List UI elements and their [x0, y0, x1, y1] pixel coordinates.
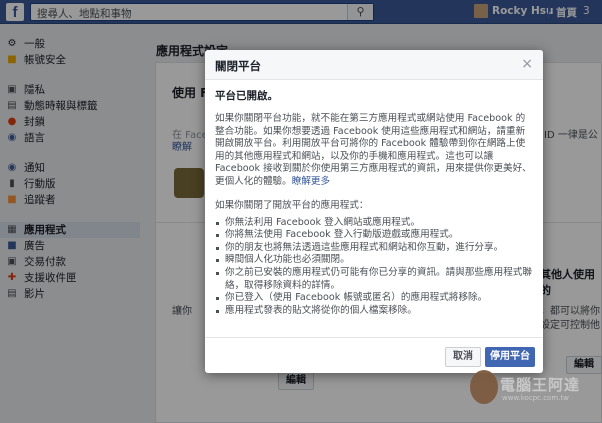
cancel-button[interactable]: 取消 — [445, 347, 481, 367]
dialog-paragraph-text: 如果你關閉平台功能，就不能在第三方應用程式或網站使用 Facebook 的整合功… — [215, 113, 532, 187]
dialog-header: 關閉平台 × — [205, 50, 543, 80]
list-item: 你已登入（使用 Facebook 帳號或匿名）的應用程式將移除。 — [215, 292, 533, 305]
list-item: 你之前已安裝的應用程式仍可能有你已分享的資訊。請與那些應用程式聯絡，取得移除資料… — [215, 267, 533, 292]
list-item: 你將無法使用 Facebook 登入行動版遊戲或應用程式。 — [215, 229, 533, 242]
disable-platform-dialog: 關閉平台 × 平台已開啟。 如果你關閉平台功能，就不能在第三方應用程式或網站使用… — [205, 50, 543, 373]
dialog-body: 平台已開啟。 如果你關閉平台功能，就不能在第三方應用程式或網站使用 Facebo… — [215, 88, 533, 317]
list-item: 瞬間個人化功能也必須關閉。 — [215, 254, 533, 267]
list-item: 你無法利用 Facebook 登入網站或應用程式。 — [215, 217, 533, 230]
watermark-avatar — [470, 370, 498, 404]
dialog-footer: 取消 停用平台 — [205, 337, 543, 373]
disable-platform-button[interactable]: 停用平台 — [485, 347, 535, 367]
dialog-subheading: 如果你關閉了開放平台的應用程式： — [215, 199, 369, 211]
consequence-list: 你無法利用 Facebook 登入網站或應用程式。 你將無法使用 Faceboo… — [215, 217, 533, 318]
close-icon[interactable]: × — [521, 56, 533, 72]
watermark-text: 電腦王阿達 — [500, 376, 581, 394]
watermark-url: www.kocpc.com.tw — [502, 394, 569, 402]
dialog-paragraph: 如果你關閉平台功能，就不能在第三方應用程式或網站使用 Facebook 的整合功… — [215, 113, 533, 189]
list-item: 應用程式發表的貼文將從你的個人檔案移除。 — [215, 305, 533, 318]
list-item: 你的朋友也將無法透過這些應用程式和網站和你互動，進行分享。 — [215, 242, 533, 255]
dialog-title: 關閉平台 — [215, 59, 261, 73]
dialog-heading: 平台已開啟。 — [215, 90, 278, 102]
learn-more-link[interactable]: 瞭解更多 — [292, 176, 330, 187]
